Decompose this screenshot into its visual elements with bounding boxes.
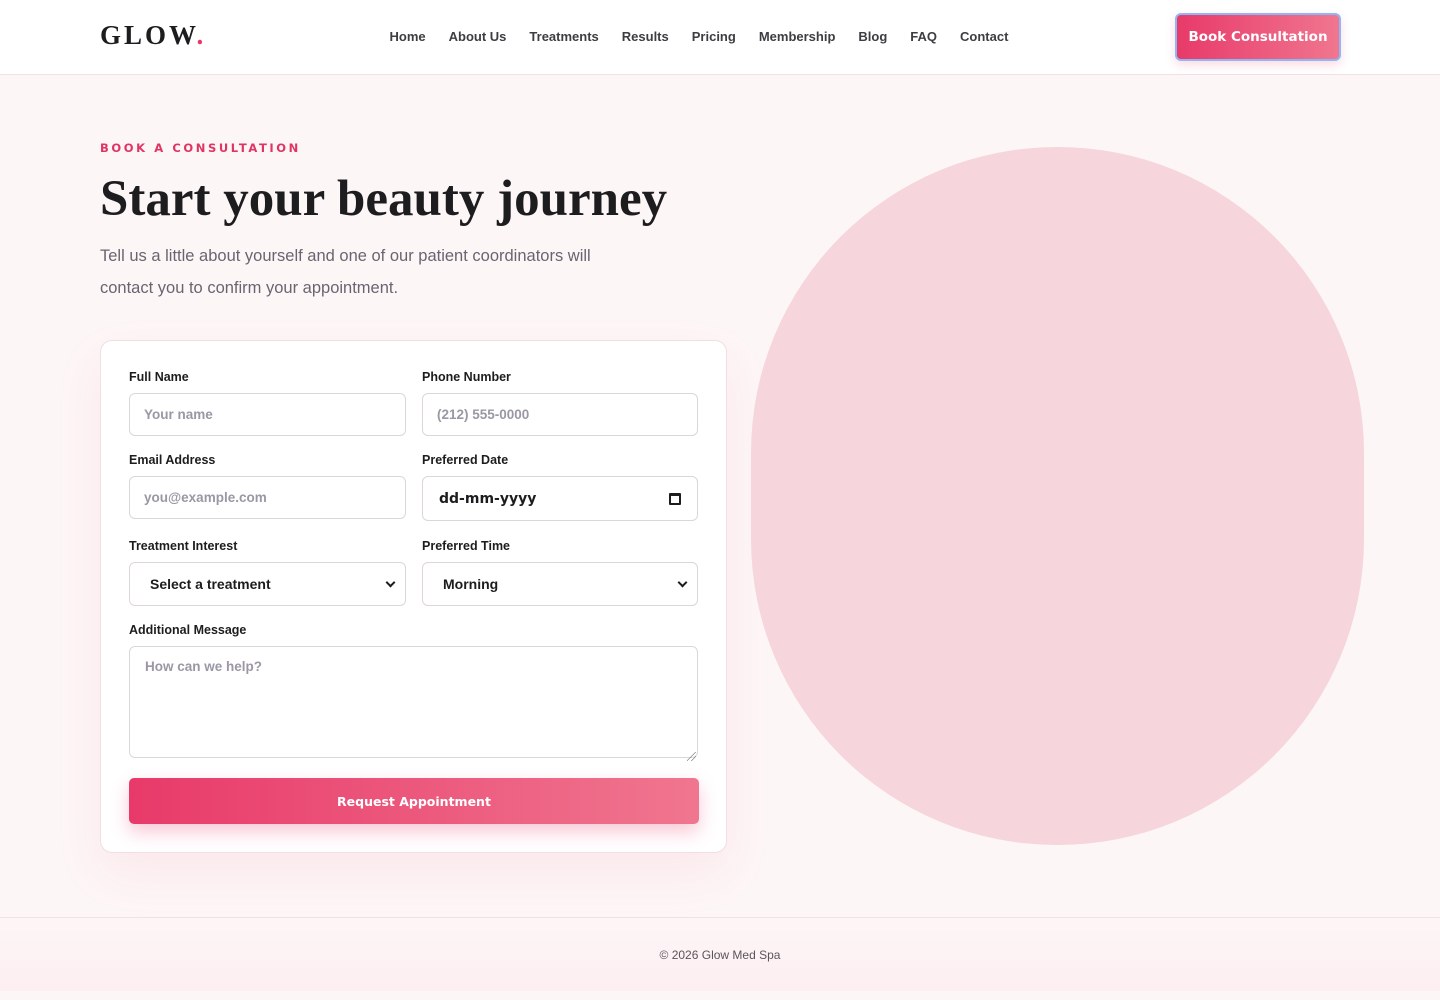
nav-link-pricing[interactable]: Pricing (692, 29, 736, 44)
phone-field: Phone Number (422, 370, 698, 436)
nav-link-blog[interactable]: Blog (858, 29, 887, 44)
email-label: Email Address (129, 453, 216, 467)
email-input[interactable] (129, 476, 406, 519)
message-label: Additional Message (129, 623, 247, 637)
date-input[interactable]: dd-mm-yyyy (422, 476, 698, 521)
calendar-icon[interactable] (669, 492, 681, 505)
nav-link-faq[interactable]: FAQ (910, 29, 937, 44)
treatment-field: Treatment Interest Select a treatment (129, 539, 406, 606)
full-name-input[interactable] (129, 393, 406, 436)
resize-handle-icon[interactable] (687, 752, 696, 761)
treatment-selected: Select a treatment (150, 576, 271, 592)
treatment-label: Treatment Interest (129, 539, 238, 553)
time-label: Preferred Time (422, 539, 511, 553)
nav-link-home[interactable]: Home (390, 29, 426, 44)
time-selected: Morning (443, 576, 499, 592)
nav-link-results[interactable]: Results (622, 29, 669, 44)
date-value: dd-mm-yyyy (439, 490, 537, 507)
time-field: Preferred Time Morning (422, 539, 698, 606)
nav-link-treatments[interactable]: Treatments (529, 29, 598, 44)
date-label: Preferred Date (422, 453, 509, 467)
consultation-form: Full Name Phone Number Email Address Pre… (100, 340, 727, 853)
full-name-field: Full Name (129, 370, 406, 436)
site-footer: © 2026 Glow Med Spa (0, 917, 1440, 991)
nav-link-about-us[interactable]: About Us (449, 29, 507, 44)
chevron-down-icon (677, 577, 688, 587)
site-header: GLOW. Home About Us Treatments Results P… (0, 0, 1440, 75)
book-consultation-button[interactable]: Book Consultation (1175, 13, 1341, 61)
page-title: Start your beauty journey (100, 171, 668, 227)
phone-label: Phone Number (422, 370, 511, 384)
nav-link-contact[interactable]: Contact (960, 29, 1008, 44)
date-field: Preferred Date dd-mm-yyyy (422, 453, 698, 521)
nav-link-membership[interactable]: Membership (759, 29, 836, 44)
hero-eyebrow: BOOK A CONSULTATION (100, 141, 301, 155)
chevron-down-icon (385, 577, 396, 587)
time-select[interactable]: Morning (422, 562, 698, 606)
brand-name: GLOW (100, 20, 197, 50)
brand-logo[interactable]: GLOW. (100, 20, 206, 51)
email-field: Email Address (129, 453, 406, 519)
treatment-select[interactable]: Select a treatment (129, 562, 406, 606)
decorative-blob (751, 147, 1364, 845)
footer-copyright: © 2026 Glow Med Spa (659, 947, 781, 962)
brand-dot: . (196, 20, 207, 50)
message-textarea[interactable] (129, 646, 698, 758)
hero-lead: Tell us a little about yourself and one … (100, 247, 591, 297)
request-appointment-button[interactable]: Request Appointment (129, 778, 699, 824)
full-name-label: Full Name (129, 370, 189, 384)
message-field: Additional Message (129, 623, 698, 763)
phone-input[interactable] (422, 393, 698, 436)
main-nav: Home About Us Treatments Results Pricing… (378, 29, 1020, 44)
